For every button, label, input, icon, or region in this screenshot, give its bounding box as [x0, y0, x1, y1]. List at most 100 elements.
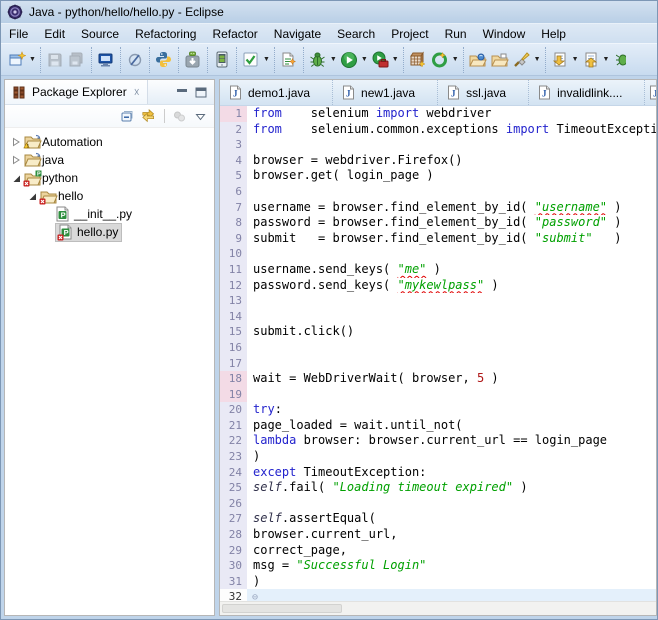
menu-item-refactor[interactable]: Refactor: [204, 25, 265, 43]
line-number[interactable]: 3: [220, 137, 247, 153]
line-number[interactable]: 10: [220, 246, 247, 262]
android-download-icon[interactable]: [182, 49, 204, 71]
horizontal-scrollbar[interactable]: [220, 601, 656, 615]
line-number[interactable]: 7: [220, 200, 247, 216]
code-line-text[interactable]: self.fail( "Loading timeout expired" ): [247, 480, 656, 496]
view-menu-icon[interactable]: [194, 110, 207, 123]
dropdown-arrow-icon[interactable]: ▼: [603, 56, 610, 63]
scrollbar-thumb[interactable]: [222, 604, 342, 613]
code-line-text[interactable]: [247, 496, 656, 512]
code-line-text[interactable]: browser.current_url,: [247, 527, 656, 543]
save-icon[interactable]: [44, 49, 66, 71]
twistie-collapsed-icon[interactable]: [9, 154, 23, 166]
line-number[interactable]: 14: [220, 309, 247, 325]
twistie-expanded-icon[interactable]: [9, 173, 23, 184]
line-number[interactable]: 28: [220, 527, 247, 543]
tab-package-explorer[interactable]: Package Explorer ☓: [5, 80, 148, 104]
line-number[interactable]: 29: [220, 543, 247, 559]
save-all-icon[interactable]: [66, 49, 88, 71]
open-resource-icon[interactable]: [489, 49, 511, 71]
code-line-text[interactable]: [247, 309, 656, 325]
dropdown-arrow-icon[interactable]: ▼: [263, 56, 270, 63]
code-line-text[interactable]: browser.get( login_page ): [247, 168, 656, 184]
line-number[interactable]: 18: [220, 371, 247, 387]
code-line-text[interactable]: submit.click(): [247, 324, 656, 340]
new-file-wizard-icon[interactable]: [278, 49, 300, 71]
link-with-editor-icon[interactable]: [141, 109, 157, 124]
line-number[interactable]: 8: [220, 215, 247, 231]
code-line-text[interactable]: try:: [247, 402, 656, 418]
line-number[interactable]: 23: [220, 449, 247, 465]
code-editor[interactable]: 1from selenium import webdriver2from sel…: [220, 106, 656, 601]
line-number[interactable]: 22: [220, 433, 247, 449]
code-line-text[interactable]: lambda browser: browser.current_url == l…: [247, 433, 656, 449]
dropdown-arrow-icon[interactable]: ▼: [29, 56, 36, 63]
menu-item-navigate[interactable]: Navigate: [266, 25, 329, 43]
tree-item-automation[interactable]: !Automation: [5, 133, 214, 151]
code-line-text[interactable]: [247, 293, 656, 309]
line-number[interactable]: 1: [220, 106, 247, 122]
code-line-text[interactable]: browser = webdriver.Firefox(): [247, 153, 656, 169]
code-line-text[interactable]: from selenium.common.exceptions import T…: [247, 122, 656, 138]
run-icon[interactable]: [338, 49, 360, 71]
line-number[interactable]: 19: [220, 387, 247, 403]
close-view-icon[interactable]: ☓: [134, 86, 140, 99]
line-number[interactable]: 6: [220, 184, 247, 200]
twistie-expanded-icon[interactable]: [25, 191, 39, 202]
tree-item-python[interactable]: Ppython: [5, 169, 214, 187]
debug-bug-icon[interactable]: [307, 49, 329, 71]
code-line-text[interactable]: [247, 356, 656, 372]
line-number[interactable]: 31: [220, 574, 247, 590]
code-line-text[interactable]: password = browser.find_element_by_id( "…: [247, 215, 656, 231]
code-line-text[interactable]: from selenium import webdriver: [247, 106, 656, 122]
code-line-text[interactable]: except TimeoutException:: [247, 465, 656, 481]
tree-item--init-py[interactable]: P__init__.py: [5, 205, 214, 223]
gwt-compile-icon[interactable]: [429, 49, 451, 71]
code-line-text[interactable]: username.send_keys( "me" ): [247, 262, 656, 278]
menu-item-source[interactable]: Source: [73, 25, 127, 43]
menu-item-search[interactable]: Search: [329, 25, 383, 43]
dropdown-arrow-icon[interactable]: ▼: [392, 56, 399, 63]
tree-item-java[interactable]: java: [5, 151, 214, 169]
new-wizard-icon[interactable]: [6, 49, 28, 71]
dropdown-arrow-icon[interactable]: ▼: [572, 56, 579, 63]
line-number[interactable]: 11: [220, 262, 247, 278]
dropdown-arrow-icon[interactable]: ▼: [361, 56, 368, 63]
code-line-text[interactable]: [247, 137, 656, 153]
line-number[interactable]: 15: [220, 324, 247, 340]
code-line-text[interactable]: wait = WebDriverWait( browser, 5 ): [247, 371, 656, 387]
code-line-text[interactable]: [247, 387, 656, 403]
line-number[interactable]: 5: [220, 168, 247, 184]
code-line-text[interactable]: msg = "Successful Login": [247, 558, 656, 574]
editor-tab-demo1-java[interactable]: Jdemo1.java: [220, 80, 333, 105]
line-number[interactable]: 24: [220, 465, 247, 481]
code-line-text[interactable]: correct_page,: [247, 543, 656, 559]
code-line-text[interactable]: [247, 589, 656, 601]
mark-occurrences-icon[interactable]: [511, 49, 533, 71]
line-number[interactable]: 13: [220, 293, 247, 309]
dropdown-arrow-icon[interactable]: ▼: [534, 56, 541, 63]
line-number[interactable]: 17: [220, 356, 247, 372]
code-line-text[interactable]: password.send_keys( "mykewlpass" ): [247, 278, 656, 294]
line-number[interactable]: 32⊖: [220, 589, 247, 601]
android-device-icon[interactable]: [211, 49, 233, 71]
dropdown-arrow-icon[interactable]: ▼: [330, 56, 337, 63]
menu-item-window[interactable]: Window: [475, 25, 534, 43]
menu-item-run[interactable]: Run: [437, 25, 475, 43]
line-number[interactable]: 12: [220, 278, 247, 294]
dropdown-arrow-icon[interactable]: ▼: [452, 56, 459, 63]
code-line-text[interactable]: username = browser.find_element_by_id( "…: [247, 200, 656, 216]
toolbar-overflow-icon[interactable]: [610, 49, 632, 71]
minimize-icon[interactable]: [176, 87, 188, 98]
line-number[interactable]: 27: [220, 511, 247, 527]
menu-item-help[interactable]: Help: [533, 25, 574, 43]
line-number[interactable]: 20: [220, 402, 247, 418]
code-line-text[interactable]: ): [247, 449, 656, 465]
menu-item-project[interactable]: Project: [383, 25, 436, 43]
tree-item-hello-py[interactable]: Phello.py: [5, 223, 214, 241]
view-filters-icon[interactable]: [172, 109, 187, 124]
code-line-text[interactable]: [247, 246, 656, 262]
new-java-project-icon[interactable]: [407, 49, 429, 71]
line-number[interactable]: 26: [220, 496, 247, 512]
no-op-icon[interactable]: [124, 49, 146, 71]
